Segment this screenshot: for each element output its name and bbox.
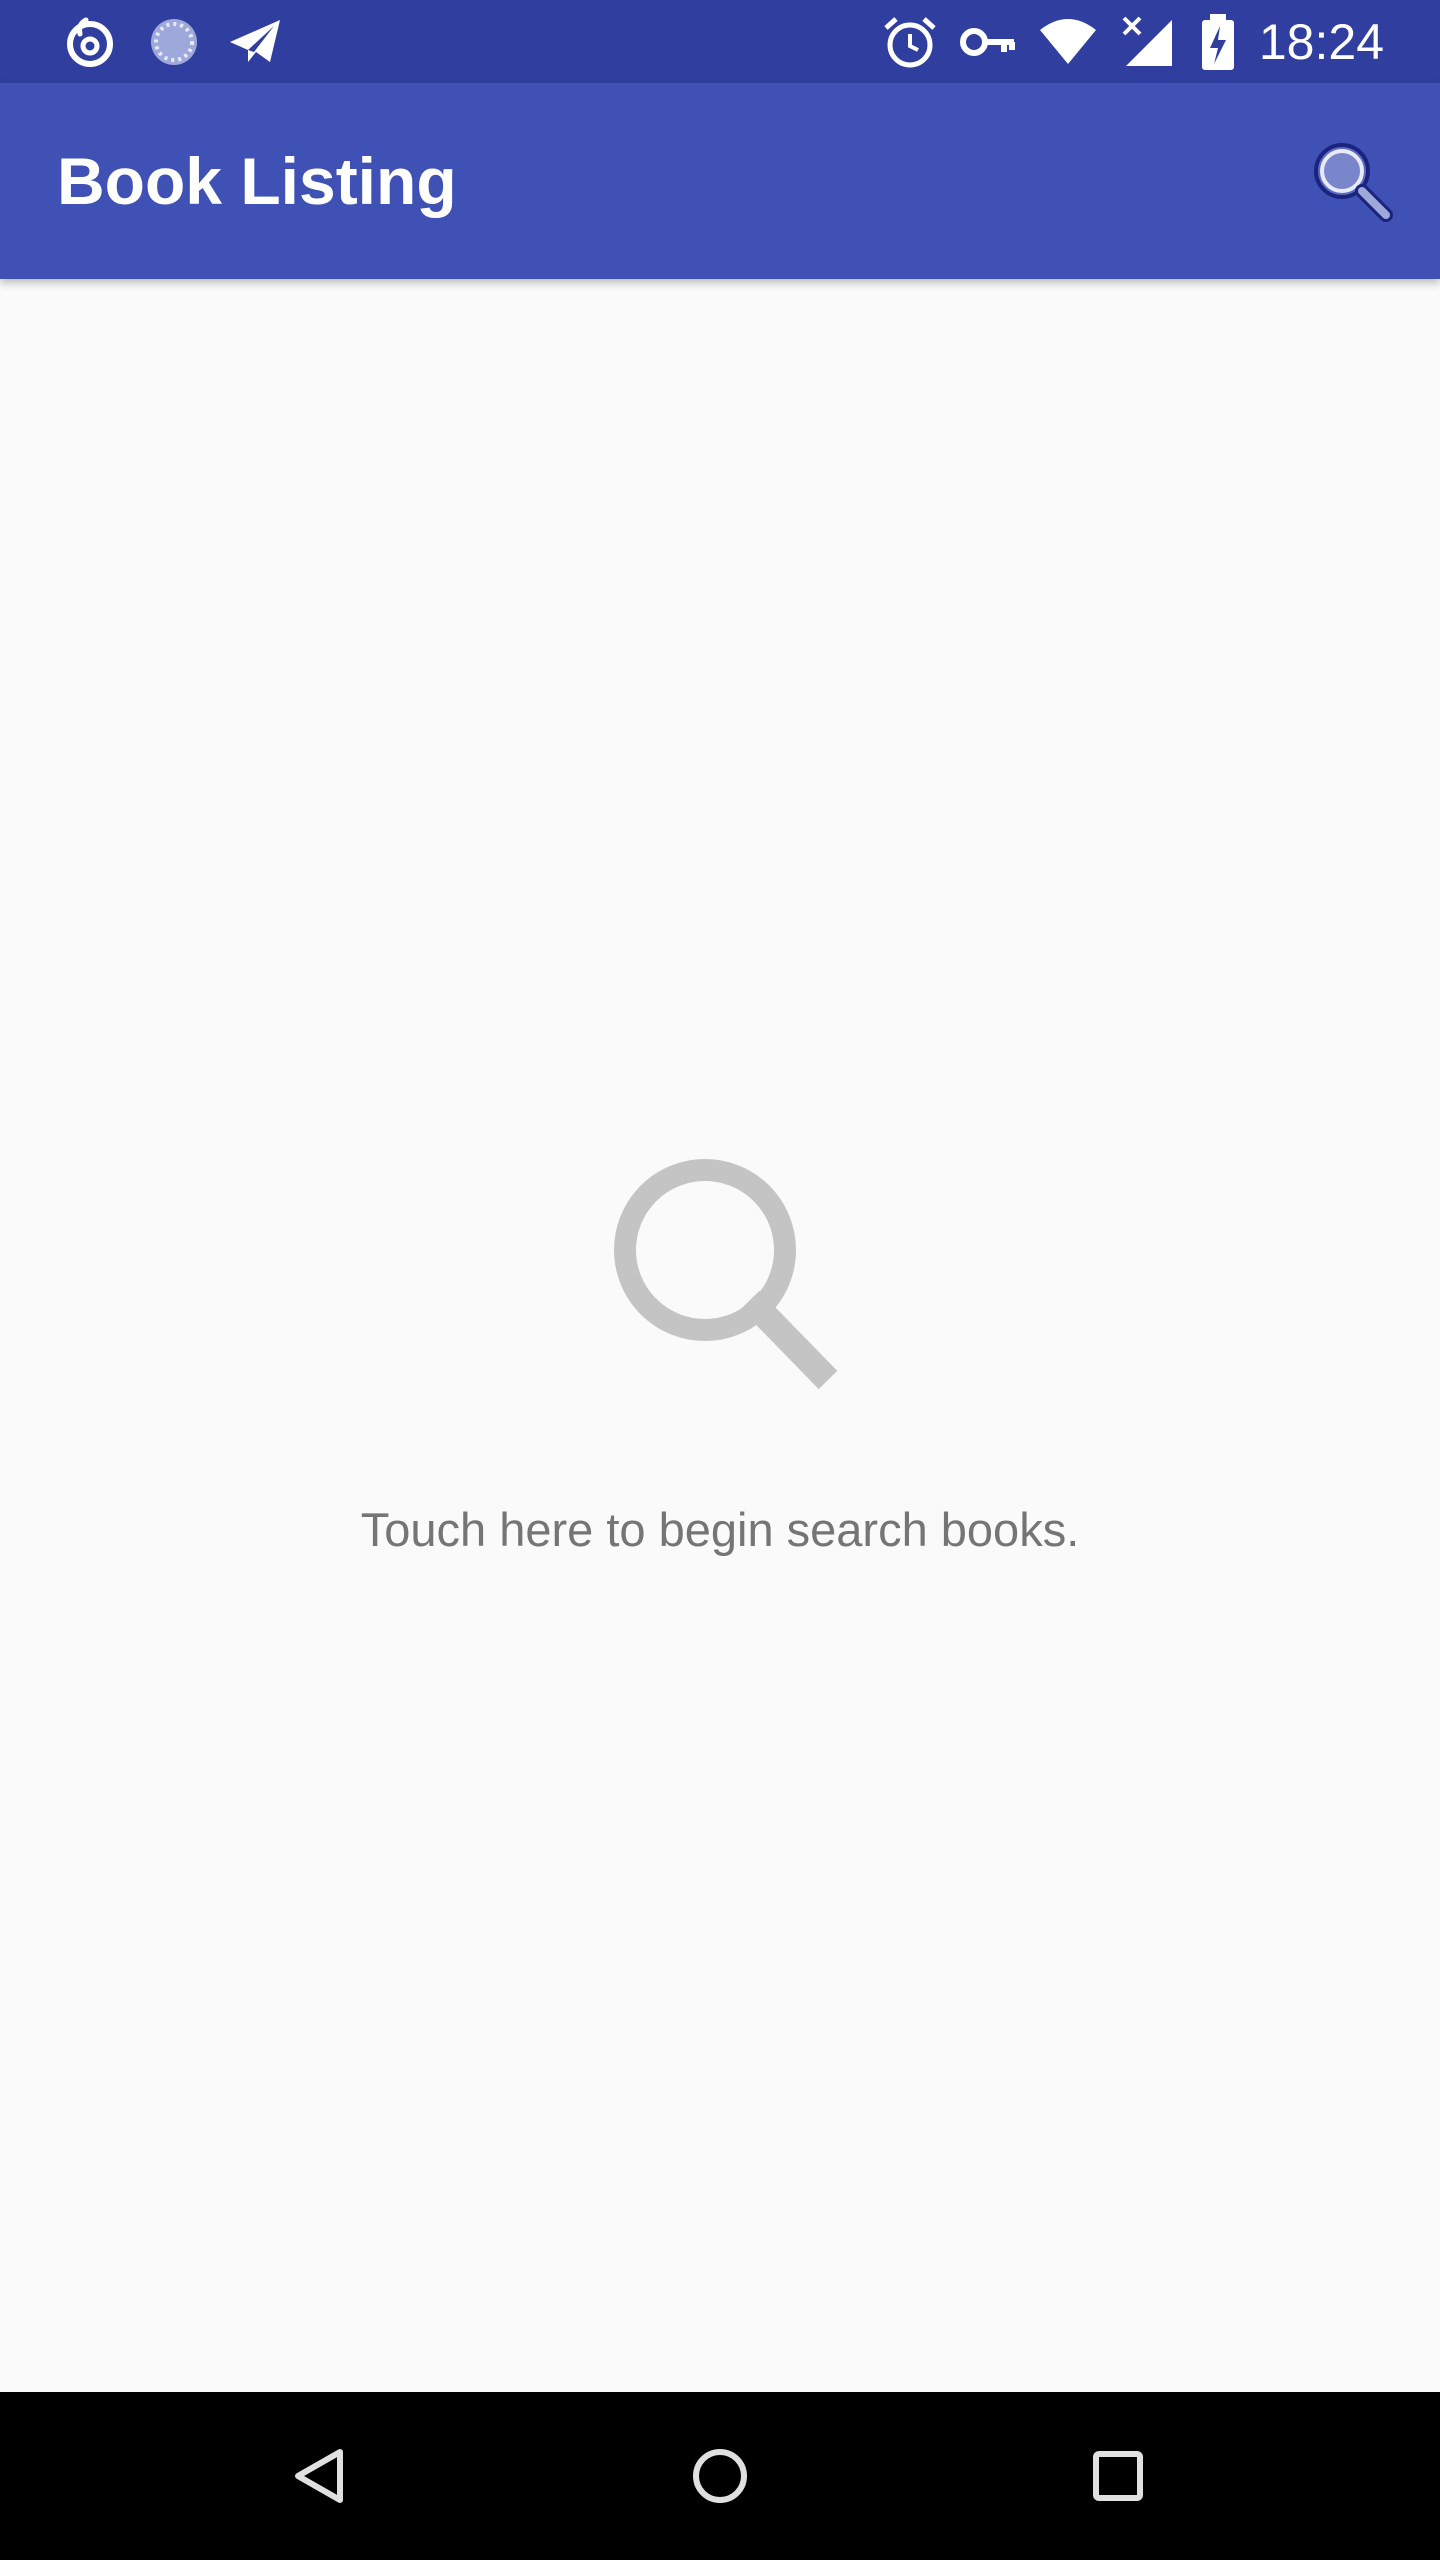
search-button[interactable] — [1304, 133, 1400, 229]
search-icon — [1314, 143, 1393, 222]
vpn-key-icon — [958, 12, 1018, 72]
recents-icon — [1093, 2451, 1143, 2501]
recents-button[interactable] — [1078, 2436, 1158, 2516]
navigation-bar — [0, 2392, 1440, 2560]
back-icon — [295, 2449, 343, 2503]
status-bar: 18:24 — [0, 0, 1440, 83]
battery-charging-icon — [1196, 12, 1240, 72]
empty-state[interactable] — [0, 1140, 1440, 1400]
app-title: Book Listing — [57, 144, 457, 218]
app-bar: Book Listing — [0, 83, 1440, 279]
home-button[interactable] — [680, 2436, 760, 2516]
no-signal-icon — [1118, 12, 1178, 72]
netease-music-icon — [60, 12, 120, 72]
loading-circle-icon — [144, 12, 204, 72]
empty-message: Touch here to begin search books. — [360, 1503, 1080, 1556]
telegram-icon — [226, 12, 286, 72]
screen: 18:24 Book Listing Touch here to begin s… — [0, 0, 1440, 2560]
alarm-icon — [880, 12, 940, 72]
empty-message-container[interactable]: Touch here to begin search books. — [0, 1500, 1440, 1560]
status-time: 18:24 — [1258, 14, 1384, 70]
wifi-icon — [1038, 12, 1098, 72]
back-button[interactable] — [280, 2436, 360, 2516]
search-icon — [614, 1159, 838, 1390]
home-icon — [693, 2449, 747, 2503]
